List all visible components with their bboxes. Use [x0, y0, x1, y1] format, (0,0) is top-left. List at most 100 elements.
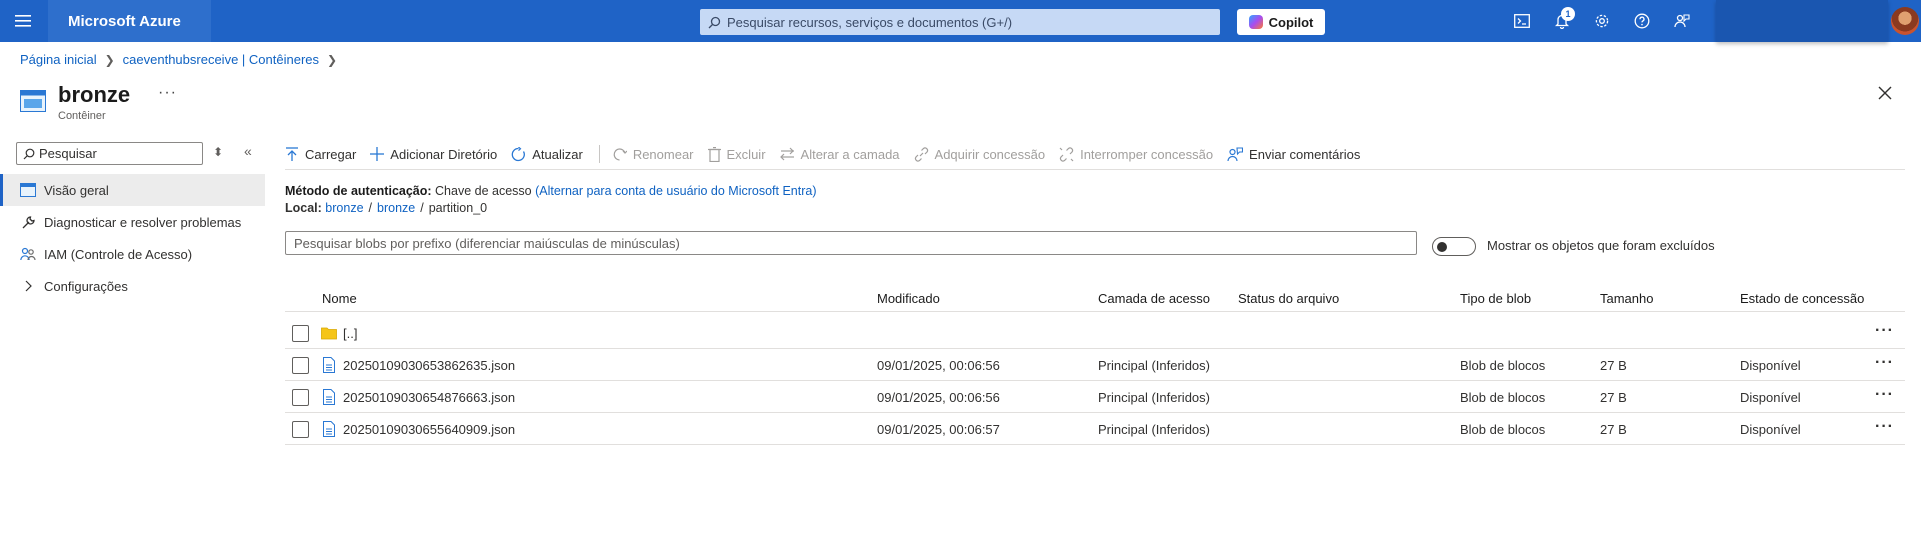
rename-button[interactable]: Renomear	[612, 147, 694, 162]
location-segment-link[interactable]: bronze	[377, 201, 415, 215]
blob-prefix-search-input[interactable]: Pesquisar blobs por prefixo (diferenciar…	[285, 231, 1417, 255]
trash-icon	[707, 146, 721, 162]
row-lease: Disponível	[1740, 358, 1801, 373]
table-row[interactable]: 20250109030654876663.json 09/01/2025, 00…	[285, 381, 1905, 413]
show-deleted-toggle[interactable]	[1432, 237, 1476, 256]
column-header-archive-status[interactable]: Status do arquivo	[1238, 291, 1339, 306]
table-row[interactable]: 20250109030653862635.json 09/01/2025, 00…	[285, 349, 1905, 381]
sidebar-item-iam[interactable]: IAM (Controle de Acesso)	[0, 238, 265, 270]
collapse-sidebar-icon[interactable]: «	[244, 143, 252, 159]
row-more-icon[interactable]: ···	[1875, 386, 1894, 404]
refresh-button[interactable]: Atualizar	[511, 146, 583, 162]
add-directory-label: Adicionar Diretório	[390, 146, 498, 162]
send-feedback-button[interactable]: Enviar comentários	[1227, 147, 1360, 162]
feedback-icon	[1227, 146, 1244, 161]
auth-value: Chave de acesso	[435, 184, 532, 198]
user-avatar[interactable]	[1891, 7, 1919, 35]
sidebar-item-settings[interactable]: Configurações	[0, 270, 265, 302]
feedback-person-icon[interactable]	[1670, 9, 1694, 33]
upload-label: Carregar	[305, 146, 357, 162]
column-header-tier[interactable]: Camada de acesso	[1098, 291, 1210, 306]
break-lease-button[interactable]: Interromper concessão	[1059, 147, 1213, 162]
breadcrumb-home-link[interactable]: Página inicial	[20, 52, 97, 67]
auth-label: Método de autenticação:	[285, 184, 432, 198]
row-checkbox[interactable]	[292, 421, 309, 438]
global-search-input[interactable]: Pesquisar recursos, serviços e documento…	[700, 9, 1220, 35]
row-checkbox[interactable]	[292, 389, 309, 406]
breadcrumb-parent-link[interactable]: caeventhubsreceive | Contêineres	[123, 52, 319, 67]
sort-toggle-icon[interactable]: ⬍	[213, 145, 223, 159]
row-modified: 09/01/2025, 00:06:56	[877, 390, 1000, 405]
row-more-icon[interactable]: ···	[1875, 354, 1894, 372]
page-title: bronze	[58, 82, 131, 107]
sidebar-item-label: Diagnosticar e resolver problemas	[44, 214, 242, 230]
upload-button[interactable]: Carregar	[285, 147, 356, 162]
column-header-blob-type[interactable]: Tipo de blob	[1460, 291, 1531, 306]
add-directory-button[interactable]: Adicionar Diretório	[370, 147, 497, 162]
switch-auth-link[interactable]: (Alternar para conta de usuário do Micro…	[535, 184, 816, 198]
file-icon	[323, 389, 335, 405]
row-size: 27 B	[1600, 422, 1627, 437]
row-checkbox[interactable]	[292, 325, 309, 342]
copilot-label: Copilot	[1268, 14, 1314, 30]
sidebar-search-label: Pesquisar	[39, 146, 97, 161]
close-icon[interactable]	[1876, 84, 1894, 102]
refresh-icon	[511, 146, 526, 161]
container-icon	[20, 90, 46, 112]
folder-icon	[321, 327, 337, 340]
row-tier: Principal (Inferidos)	[1098, 422, 1210, 437]
settings-gear-icon[interactable]	[1590, 9, 1614, 33]
overview-icon	[20, 182, 36, 198]
send-feedback-label: Enviar comentários	[1249, 146, 1361, 162]
people-icon	[20, 246, 36, 262]
location-segment-link[interactable]: bronze	[325, 201, 363, 215]
column-header-size[interactable]: Tamanho	[1600, 291, 1653, 306]
delete-button[interactable]: Excluir	[707, 146, 766, 162]
link-icon	[914, 146, 928, 162]
file-icon	[323, 421, 335, 437]
sidebar-search-input[interactable]: Pesquisar	[16, 142, 203, 165]
row-name-link[interactable]: [..]	[343, 326, 357, 341]
toolbar-divider	[598, 145, 600, 163]
cloud-shell-icon[interactable]	[1510, 9, 1534, 33]
column-header-lease[interactable]: Estado de concessão	[1740, 291, 1864, 306]
show-deleted-label: Mostrar os objetos que foram excluídos	[1487, 238, 1715, 253]
global-search-placeholder: Pesquisar recursos, serviços e documento…	[727, 14, 1013, 30]
acquire-lease-button[interactable]: Adquirir concessão	[914, 146, 1045, 162]
refresh-label: Atualizar	[532, 146, 583, 162]
row-name-link[interactable]: 20250109030655640909.json	[343, 422, 515, 437]
copilot-button[interactable]: Copilot	[1237, 9, 1325, 35]
row-size: 27 B	[1600, 358, 1627, 373]
location-current-segment: partition_0	[428, 201, 488, 215]
row-more-icon[interactable]: ···	[1875, 418, 1894, 436]
change-tier-button[interactable]: Alterar a camada	[779, 147, 900, 162]
page-more-actions-icon[interactable]: ···	[158, 84, 177, 102]
row-tier: Principal (Inferidos)	[1098, 358, 1210, 373]
swap-arrows-icon	[779, 147, 794, 161]
breadcrumb-chevron-icon: ❯	[104, 52, 115, 67]
column-header-name[interactable]: Nome	[322, 291, 357, 306]
hamburger-menu-icon[interactable]	[0, 0, 46, 42]
toolbar-divider-line	[285, 169, 1905, 170]
row-tier: Principal (Inferidos)	[1098, 390, 1210, 405]
breadcrumb-chevron-icon: ❯	[327, 52, 338, 67]
table-row-parent[interactable]: [..] ···	[285, 317, 1905, 349]
row-checkbox[interactable]	[292, 357, 309, 374]
table-row[interactable]: 20250109030655640909.json 09/01/2025, 00…	[285, 413, 1905, 445]
auth-method: Método de autenticação: Chave de acesso …	[285, 184, 817, 198]
row-name-link[interactable]: 20250109030653862635.json	[343, 358, 515, 373]
sidebar-item-diagnose[interactable]: Diagnosticar e resolver problemas	[0, 206, 265, 238]
account-panel[interactable]	[1716, 0, 1888, 42]
sidebar-nav: Visão geral Diagnosticar e resolver prob…	[0, 174, 265, 302]
delete-label: Excluir	[726, 146, 766, 162]
row-blob-type: Blob de blocos	[1460, 422, 1546, 437]
sidebar-item-overview[interactable]: Visão geral	[0, 174, 265, 206]
top-bar: Microsoft Azure Pesquisar recursos, serv…	[0, 0, 1921, 42]
brand-title[interactable]: Microsoft Azure	[48, 0, 211, 42]
notification-count-badge: 1	[1561, 7, 1575, 21]
row-more-icon[interactable]: ···	[1875, 322, 1894, 340]
row-name-link[interactable]: 20250109030654876663.json	[343, 390, 515, 405]
help-icon[interactable]	[1630, 9, 1654, 33]
sidebar-item-label: Visão geral	[44, 182, 109, 198]
column-header-modified[interactable]: Modificado	[877, 291, 940, 306]
